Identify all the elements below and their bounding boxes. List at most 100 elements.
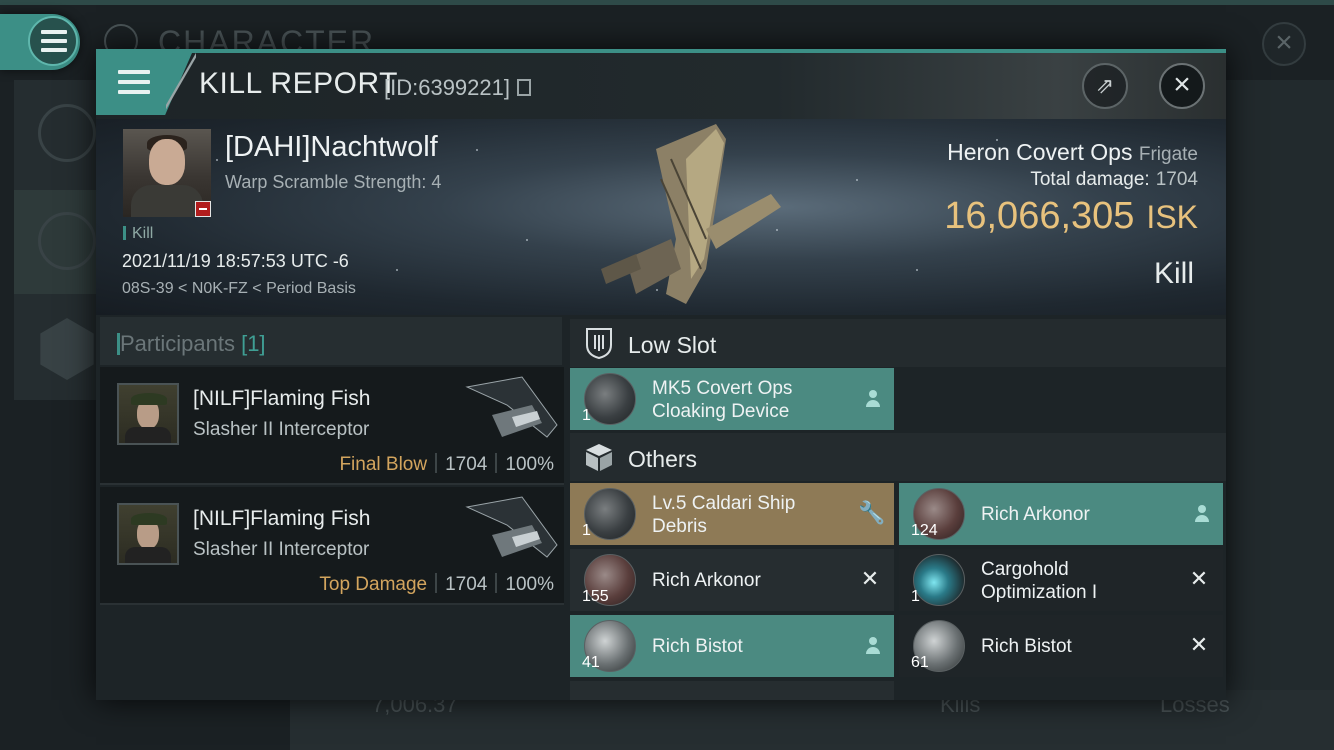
background-right-panel bbox=[1226, 80, 1334, 700]
participant-ship-image bbox=[465, 376, 558, 438]
participant-ship: Slasher II Interceptor bbox=[193, 539, 370, 560]
kill-report-dialog: KILL REPORT [ID:6399221] ⇗ × [DAHI]Nacht… bbox=[96, 49, 1226, 700]
victim-portrait[interactable] bbox=[123, 129, 211, 217]
isk-value-row: 16,066,305 ISK bbox=[944, 195, 1198, 238]
participant-ship-image bbox=[465, 496, 558, 558]
participant-name: [NILF]Flaming Fish bbox=[193, 387, 371, 410]
others-title: Others bbox=[628, 446, 698, 472]
item-name: Rich Bistot bbox=[652, 636, 743, 657]
item-thumbnail bbox=[913, 554, 965, 606]
cargo-box-icon bbox=[586, 444, 612, 471]
victim-ship: Heron Covert Ops Frigate bbox=[947, 139, 1198, 166]
items-panel: Low Slot 1 MK5 Covert Ops Cloaking Devic… bbox=[566, 315, 1226, 700]
kill-location[interactable]: 08S-39 < N0K-FZ < Period Basis bbox=[122, 280, 356, 298]
low-slot-title: Low Slot bbox=[628, 332, 717, 358]
copy-icon[interactable] bbox=[517, 79, 531, 96]
menu-icon bbox=[118, 70, 150, 99]
share-icon: ⇗ bbox=[1095, 73, 1115, 98]
participants-panel: Participants [1] [NILF]Flaming Fish Slas… bbox=[96, 315, 566, 700]
item-mk5-cloaking-device[interactable]: 1 MK5 Covert Ops Cloaking Device bbox=[570, 368, 894, 430]
sidebar-item-menu[interactable] bbox=[14, 80, 98, 184]
item-thumbnail bbox=[584, 373, 636, 425]
close-button[interactable]: × bbox=[1159, 63, 1205, 109]
participant-tag: Final Blow bbox=[339, 454, 428, 475]
person-icon bbox=[866, 637, 880, 655]
item-cargohold-optimization[interactable]: 1 Cargohold Optimization I ✕ bbox=[899, 549, 1223, 611]
dialog-menu-edge bbox=[166, 53, 196, 115]
item-name-line2: Cloaking Device bbox=[652, 401, 790, 422]
item-name: Cargohold bbox=[981, 559, 1069, 580]
share-button[interactable]: ⇗ bbox=[1082, 63, 1128, 109]
total-damage: Total damage: 1704 bbox=[1030, 169, 1198, 191]
kill-tag: Kill bbox=[123, 225, 153, 243]
item-quantity: 124 bbox=[911, 522, 938, 539]
item-name: MK5 Covert Ops bbox=[652, 378, 793, 399]
participant-damage: 1704 bbox=[445, 574, 488, 595]
item-rich-arkonor[interactable]: 155 Rich Arkonor ✕ bbox=[570, 549, 894, 611]
participant-percent: 100% bbox=[505, 574, 554, 595]
participant-portrait[interactable] bbox=[117, 503, 179, 565]
kill-id: [ID:6399221] bbox=[384, 75, 510, 100]
item-quantity: 61 bbox=[911, 654, 929, 671]
item-name: Rich Bistot bbox=[981, 636, 1072, 657]
item-quantity: 1 bbox=[582, 407, 591, 424]
participant-damage: 1704 bbox=[445, 454, 488, 475]
destroyed-x-icon: ✕ bbox=[1189, 632, 1209, 657]
participant-row[interactable]: [NILF]Flaming Fish Slasher II Intercepto… bbox=[100, 487, 564, 605]
participant-portrait[interactable] bbox=[117, 383, 179, 445]
item-quantity: 41 bbox=[582, 654, 600, 671]
participants-count: [1] bbox=[241, 331, 266, 356]
background-close-icon[interactable]: × bbox=[1262, 22, 1306, 66]
hostile-badge-icon bbox=[195, 201, 211, 217]
ship-class: Frigate bbox=[1138, 144, 1198, 165]
warp-scramble-strength: Warp Scramble Strength: 4 bbox=[225, 172, 442, 192]
victim-name[interactable]: [DAHI]Nachtwolf bbox=[225, 131, 438, 164]
item-rich-bistot[interactable]: 41 Rich Bistot bbox=[570, 615, 894, 677]
kill-timestamp: 2021/11/19 18:57:53 UTC -6 bbox=[122, 251, 349, 271]
isk-unit: ISK bbox=[1146, 199, 1198, 235]
item-rich-bistot[interactable]: 61 Rich Bistot ✕ bbox=[899, 615, 1223, 677]
item-rich-arkonor[interactable]: 124 Rich Arkonor bbox=[899, 483, 1223, 545]
sidebar-item-combat[interactable] bbox=[14, 190, 98, 294]
others-header: Others bbox=[570, 433, 1226, 481]
item-thumbnail bbox=[584, 488, 636, 540]
participants-title: Participants bbox=[120, 331, 235, 356]
participant-name: [NILF]Flaming Fish bbox=[193, 507, 371, 530]
item-caldari-ship-debris[interactable]: 1 Lv.5 Caldari Ship Debris 🔧 bbox=[570, 483, 894, 545]
ship-image bbox=[601, 124, 781, 304]
victim-summary: [DAHI]Nachtwolf Warp Scramble Strength: … bbox=[96, 119, 1226, 315]
close-icon: × bbox=[1173, 68, 1191, 101]
item-partial-row[interactable] bbox=[570, 681, 894, 700]
item-name: Rich Arkonor bbox=[981, 504, 1090, 525]
participant-tag: Top Damage bbox=[319, 574, 428, 595]
participant-stats: Top Damage 1704 100% bbox=[319, 573, 554, 596]
destroyed-x-icon: ✕ bbox=[1189, 566, 1209, 591]
dialog-title: KILL REPORT bbox=[199, 67, 398, 100]
participants-header: Participants [1] bbox=[100, 317, 562, 365]
item-quantity: 1 bbox=[911, 588, 920, 605]
background-top-line bbox=[0, 0, 1334, 5]
item-name: Lv.5 Caldari Ship bbox=[652, 493, 796, 514]
isk-value: 16,066,305 bbox=[944, 195, 1135, 237]
item-quantity: 1 bbox=[582, 522, 591, 539]
main-menu-button[interactable] bbox=[0, 14, 80, 70]
participant-percent: 100% bbox=[505, 454, 554, 475]
wrench-icon: 🔧 bbox=[858, 500, 886, 525]
participant-stats: Final Blow 1704 100% bbox=[339, 453, 554, 476]
menu-icon bbox=[41, 30, 67, 57]
ship-name[interactable]: Heron Covert Ops bbox=[947, 139, 1132, 165]
low-slot-header: Low Slot bbox=[570, 319, 1226, 367]
kill-result: Kill bbox=[1153, 257, 1194, 290]
low-slot-icon bbox=[586, 328, 612, 359]
item-quantity: 155 bbox=[582, 588, 609, 605]
person-icon bbox=[866, 390, 880, 408]
person-icon bbox=[1195, 505, 1209, 523]
destroyed-x-icon: ✕ bbox=[860, 566, 880, 591]
total-damage-label: Total damage: bbox=[1030, 169, 1150, 190]
item-name: Rich Arkonor bbox=[652, 570, 761, 591]
participant-row[interactable]: [NILF]Flaming Fish Slasher II Intercepto… bbox=[100, 367, 564, 485]
item-name-line2: Debris bbox=[652, 516, 707, 537]
participant-ship: Slasher II Interceptor bbox=[193, 419, 370, 440]
total-damage-value: 1704 bbox=[1155, 169, 1198, 190]
item-name-line2: Optimization I bbox=[981, 582, 1098, 603]
